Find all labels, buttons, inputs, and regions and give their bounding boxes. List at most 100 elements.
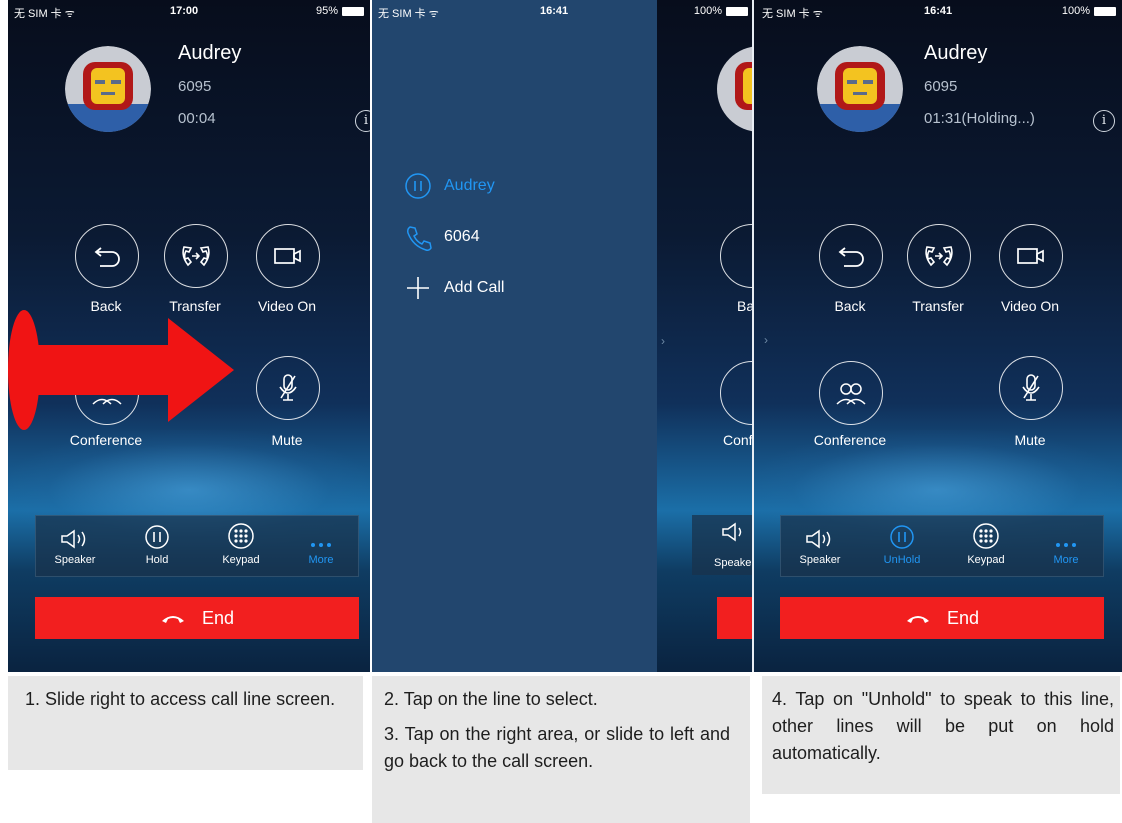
conference-button[interactable] — [819, 361, 883, 425]
chevron-right-icon: › — [764, 333, 768, 347]
caption-text-3: 3. Tap on the right area, or slide to le… — [384, 724, 730, 771]
battery-percent: 100% — [1061, 5, 1090, 17]
caption-text-4: 4. Tap on "Unhold" to speak to this line… — [772, 689, 1114, 763]
more-dots-icon — [1056, 543, 1076, 547]
keypad-button[interactable]: Keypad — [951, 516, 1021, 566]
info-icon[interactable]: i — [355, 110, 370, 132]
avatar — [65, 46, 151, 132]
carrier-label: 无 SIM 卡 ᯤ — [14, 8, 75, 20]
call-timer: 01:31(Holding...) — [924, 110, 1035, 127]
status-bar: 无 SIM 卡 ᯤ 16:41 100% — [752, 0, 1122, 22]
divider — [752, 0, 754, 672]
more-button[interactable]: More — [1031, 516, 1101, 566]
add-call-label: Add Call — [444, 279, 505, 296]
swipe-right-arrow — [8, 310, 234, 430]
line-label-audrey: Audrey — [444, 177, 495, 194]
conference-button — [720, 361, 752, 425]
call-screen-3: 无 SIM 卡 ᯤ 16:41 100% Audrey 6095 01:31(H… — [752, 0, 1122, 672]
transfer-button[interactable] — [164, 224, 228, 288]
battery-percent: 100% — [693, 5, 722, 17]
end-call-button[interactable]: End — [35, 597, 359, 639]
back-button — [720, 224, 752, 288]
keypad-label: Keypad — [222, 554, 260, 566]
speaker-button[interactable]: Speaker — [785, 516, 855, 566]
line-item-6064[interactable]: 6064 — [404, 223, 480, 251]
bottom-toolbar: Speaker Hold Keypad More — [35, 515, 359, 577]
hold-label: Hold — [145, 554, 169, 566]
conference-icon — [836, 383, 866, 405]
mute-label: Mute — [271, 432, 303, 448]
line-item-audrey[interactable]: Audrey — [404, 172, 495, 200]
video-on-button[interactable] — [256, 224, 320, 288]
call-screen-peek[interactable]: Ba Conf Speaker › — [657, 0, 752, 672]
speaker-label-peek: Speaker — [714, 557, 752, 569]
video-on-button[interactable] — [999, 224, 1063, 288]
mute-button[interactable] — [999, 356, 1063, 420]
battery-percent: 95% — [315, 5, 338, 17]
status-bar-peek: 100% — [657, 0, 752, 22]
conference-label: Conference — [813, 432, 887, 448]
back-arrow-icon — [94, 247, 120, 267]
mic-off-icon — [1022, 374, 1040, 401]
back-button[interactable] — [819, 224, 883, 288]
battery-indicator: 100% — [1062, 5, 1116, 17]
status-time: 17:00 — [170, 5, 199, 17]
bottom-toolbar: Speaker — [692, 515, 752, 575]
call-timer: 00:04 — [178, 110, 216, 127]
battery-icon — [726, 6, 748, 16]
call-lines-drawer: 无 SIM 卡 ᯤ 16:41 Audrey 6064 Add Call — [372, 0, 657, 672]
battery-indicator: 100% — [694, 5, 748, 17]
avatar — [717, 46, 752, 132]
more-label: More — [308, 554, 334, 566]
conference-label: Conference — [69, 432, 143, 448]
speaker-label: Speaker — [54, 554, 96, 566]
speaker-icon — [722, 522, 742, 542]
transfer-button[interactable] — [907, 224, 971, 288]
status-bar: 无 SIM 卡 ᯤ 16:41 — [372, 0, 657, 22]
hang-up-icon — [906, 616, 929, 623]
keypad-button[interactable]: Keypad — [206, 516, 276, 566]
mute-button[interactable] — [256, 356, 320, 420]
pause-circle-icon — [145, 525, 169, 549]
speaker-icon — [61, 529, 86, 549]
speaker-button[interactable]: Speaker — [40, 516, 110, 566]
more-dots-icon — [311, 543, 331, 547]
caption-step-1: 1. Slide right to access call line scree… — [8, 676, 363, 770]
contact-number: 6095 — [178, 78, 212, 95]
transfer-icon — [182, 246, 210, 267]
hang-up-icon — [161, 616, 184, 623]
end-call-button[interactable]: End — [780, 597, 1104, 639]
end-label: End — [946, 607, 980, 628]
battery-icon — [342, 6, 364, 16]
back-label-peek: Ba — [737, 298, 752, 314]
chevron-right-icon: › — [661, 334, 665, 348]
back-arrow-icon — [838, 247, 864, 267]
more-button[interactable]: More — [286, 516, 356, 566]
keypad-icon — [228, 523, 254, 549]
info-icon[interactable]: i — [1093, 110, 1115, 132]
end-label: End — [201, 607, 235, 628]
caption-step-2-3: 2. Tap on the line to select. 3. Tap on … — [372, 676, 750, 823]
keypad-label: Keypad — [967, 554, 1005, 566]
unhold-button[interactable]: UnHold — [867, 516, 937, 566]
speaker-label: Speaker — [799, 554, 841, 566]
avatar — [817, 46, 903, 132]
video-on-label: Video On — [257, 298, 317, 314]
conference-label-peek: Conf — [723, 432, 752, 448]
mic-off-icon — [279, 374, 297, 401]
add-call-button[interactable]: Add Call — [404, 274, 504, 302]
battery-indicator: 95% — [316, 5, 364, 17]
status-bar: 无 SIM 卡 ᯤ 17:00 95% — [8, 0, 370, 22]
contact-number: 6095 — [924, 78, 958, 95]
more-label: More — [1053, 554, 1079, 566]
unhold-label: UnHold — [883, 554, 921, 566]
carrier-label: 无 SIM 卡 ᯤ — [762, 8, 823, 20]
bottom-toolbar: Speaker UnHold Keypad More — [780, 515, 1104, 577]
keypad-icon — [973, 523, 999, 549]
mute-label: Mute — [1014, 432, 1046, 448]
pause-circle-icon — [405, 173, 431, 199]
caption-text-1: 1. Slide right to access call line scree… — [25, 689, 336, 709]
hold-button[interactable]: Hold — [122, 516, 192, 566]
back-button[interactable] — [75, 224, 139, 288]
caption-text-2: 2. Tap on the line to select. — [384, 689, 598, 709]
